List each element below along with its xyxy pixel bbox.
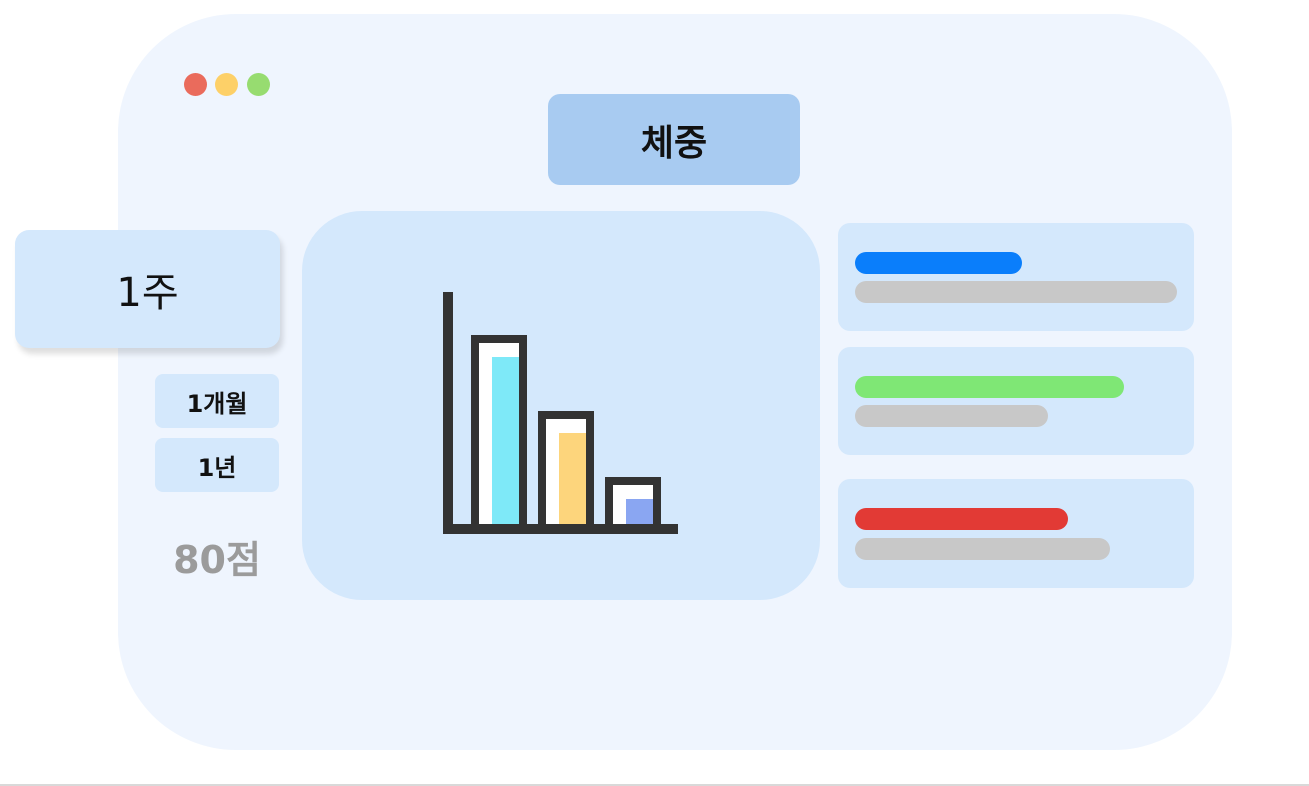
stat-track-3 [855,538,1110,560]
stat-bar-2 [855,376,1124,398]
chart-bar-fill-1 [492,357,519,529]
stat-track-2 [855,405,1048,427]
close-window-button[interactable] [184,73,207,96]
period-tab-week[interactable]: 1주 [15,230,280,348]
minimize-window-button[interactable] [215,73,238,96]
chart-bar-fill-2 [559,433,586,529]
stat-card-1 [838,223,1194,331]
period-tab-month[interactable]: 1개월 [155,374,279,428]
bar-chart-icon [443,292,678,534]
page-title: 체중 [548,94,800,185]
stat-card-3 [838,479,1194,588]
score-value: 80점 [173,537,261,582]
chart-panel [302,211,820,600]
period-tab-year[interactable]: 1년 [155,438,279,492]
stat-card-2 [838,347,1194,455]
stat-bar-1 [855,252,1022,274]
stat-bar-3 [855,508,1068,530]
maximize-window-button[interactable] [247,73,270,96]
stat-track-1 [855,281,1177,303]
